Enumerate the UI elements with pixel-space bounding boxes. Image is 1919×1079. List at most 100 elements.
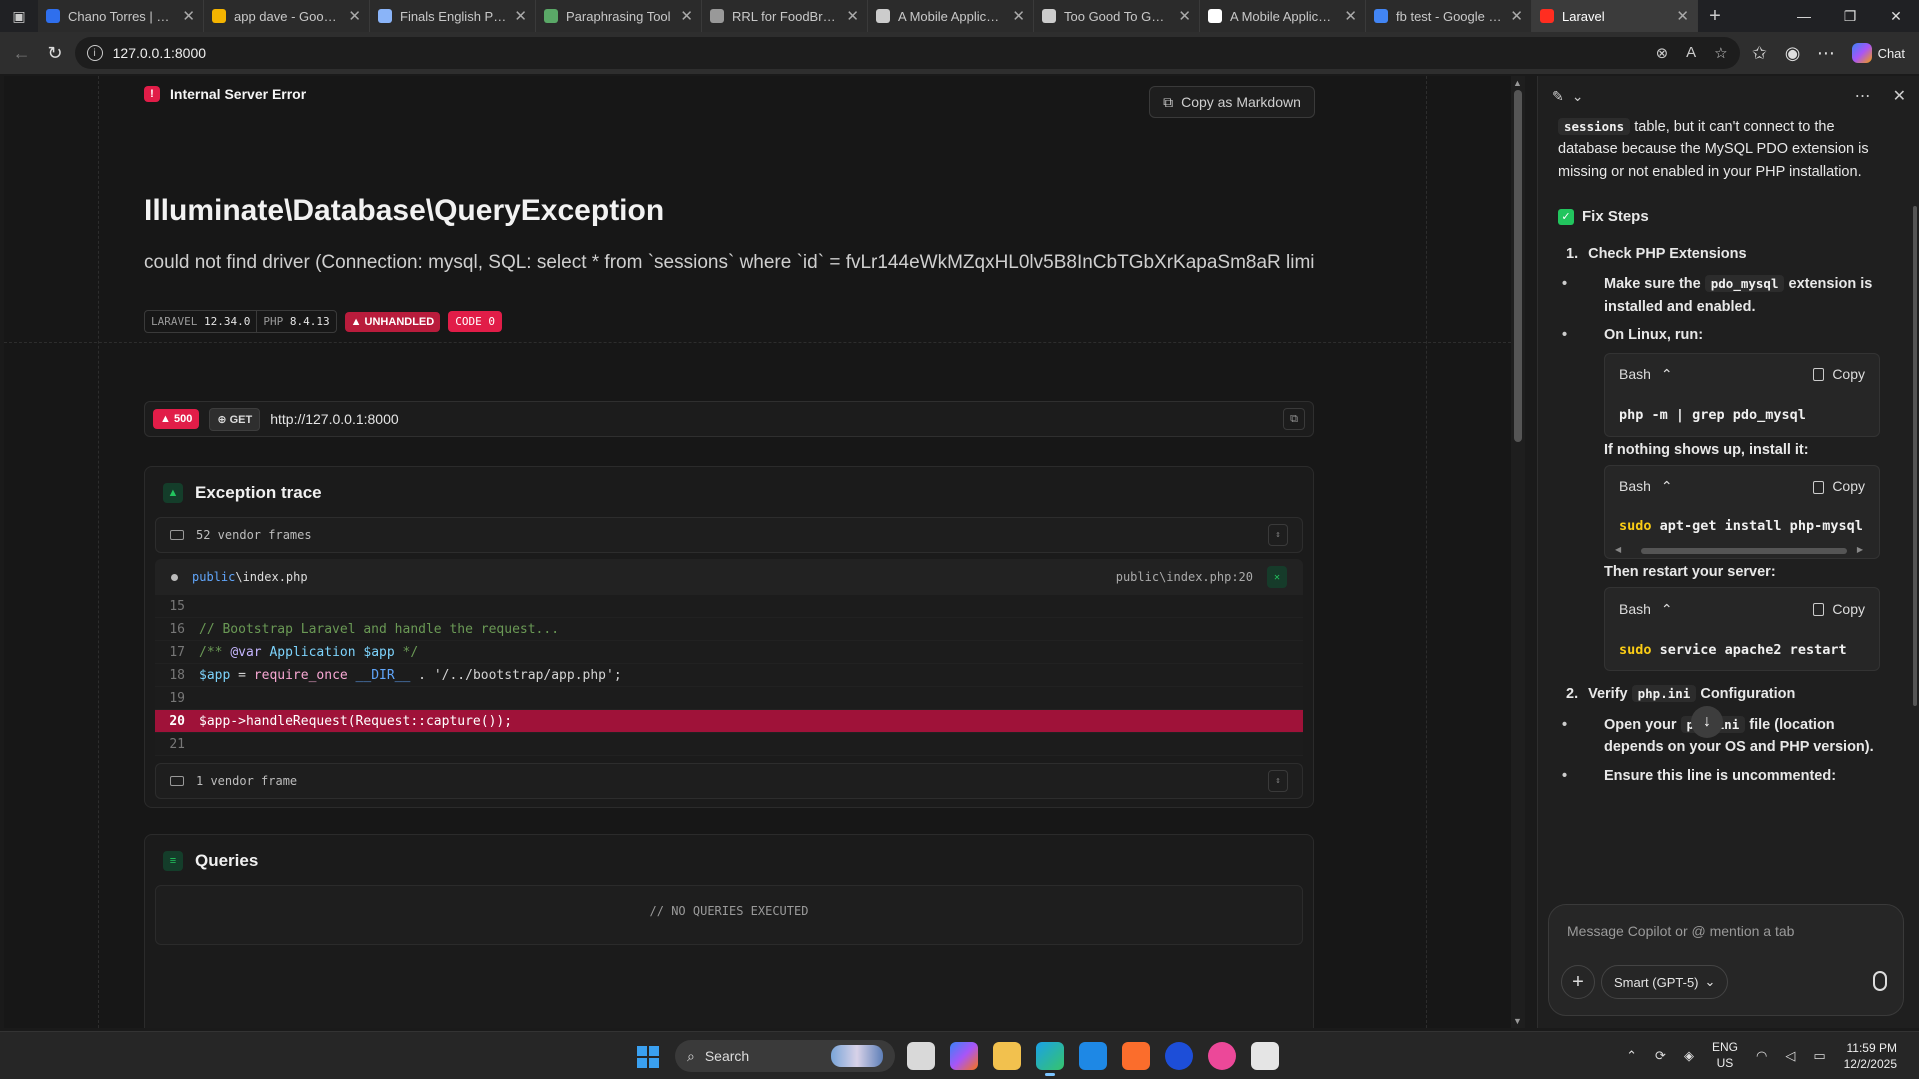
tab-close-icon[interactable]: ✕ [1178, 7, 1191, 25]
step-2-bullet: Ensure this line is uncommented: [1558, 765, 1888, 788]
tab-close-icon[interactable]: ✕ [182, 7, 195, 25]
close-window-icon[interactable]: ✕ [1873, 0, 1919, 32]
frame-dot [171, 573, 178, 581]
add-attachment-button[interactable]: + [1561, 965, 1595, 999]
laravel-version: LARAVEL 12.34.0 [145, 311, 258, 332]
browser-tab[interactable]: Finals English Profi ✕ [370, 0, 536, 32]
browser-tab[interactable]: RRL for FoodBridge ✕ [702, 0, 868, 32]
browser-tab[interactable]: Too Good To Go la ✕ [1034, 0, 1200, 32]
close-panel-icon[interactable]: ✕ [1893, 86, 1906, 106]
tab-close-icon[interactable]: ✕ [514, 7, 527, 25]
start-button[interactable] [637, 1046, 659, 1068]
site-info-icon[interactable]: i [86, 45, 103, 61]
edge-icon[interactable] [1036, 1042, 1064, 1076]
language-indicator[interactable]: ENG US [1712, 1040, 1738, 1071]
trace-title: ▲ Exception trace [163, 483, 322, 503]
browser-tab[interactable]: Laravel ✕ [1532, 0, 1698, 32]
new-tab-button[interactable]: + [1698, 0, 1732, 32]
code-snippet: 15 16 // Bootstrap Laravel and handle the … [155, 595, 1303, 756]
browser-tab[interactable]: Chano Torres | Mess ✕ [38, 0, 204, 32]
tab-close-icon[interactable]: ✕ [1344, 7, 1357, 25]
new-chat-icon[interactable]: ✎ [1552, 88, 1564, 105]
chevron-down-icon[interactable]: ⌄ [1572, 88, 1584, 105]
page-scrollbar[interactable]: ▲ ▼ [1511, 76, 1525, 1028]
message-input[interactable]: Message Copilot or @ mention a tab [1567, 923, 1794, 939]
calendar-app-icon[interactable] [1251, 1042, 1279, 1070]
tab-actions-icon[interactable]: ▣ [0, 0, 38, 32]
microphone-icon[interactable] [1873, 971, 1887, 991]
read-aloud-icon[interactable]: A [1686, 44, 1696, 62]
refresh-button[interactable]: ↻ [41, 37, 68, 69]
wifi-icon[interactable]: ◠ [1756, 1048, 1767, 1064]
back-button[interactable]: ← [8, 37, 35, 69]
address-field[interactable]: i 127.0.0.1:8000 ⊗ A ☆ [74, 37, 1740, 69]
battery-icon[interactable]: ▭ [1813, 1048, 1825, 1064]
profile-avatar[interactable]: ◉ [1779, 37, 1806, 69]
copy-markdown-button[interactable]: ⧉ Copy as Markdown [1149, 86, 1315, 118]
tab-close-icon[interactable]: ✕ [348, 7, 361, 25]
chevron-up-icon[interactable]: ⌃ [1661, 599, 1673, 621]
vendor-frames-row[interactable]: 1 vendor frame ⇕ [155, 763, 1303, 799]
browser-tab[interactable]: A Mobile Applicatio ✕ [868, 0, 1034, 32]
horizontal-scrollbar[interactable]: ◀ ▶ [1605, 544, 1879, 558]
more-options-icon[interactable]: ⋯ [1855, 86, 1871, 106]
model-selector[interactable]: Smart (GPT-5) ⌄ [1601, 965, 1729, 999]
copy-code-button[interactable]: Copy [1813, 599, 1865, 621]
minimize-icon[interactable]: — [1781, 0, 1827, 32]
scroll-thumb[interactable] [1514, 90, 1522, 442]
security-icon[interactable]: ◈ [1684, 1048, 1694, 1064]
volume-icon[interactable]: ◁ [1785, 1048, 1795, 1064]
favorite-star-icon[interactable]: ☆ [1714, 44, 1727, 62]
browser-tab[interactable]: fb test - Google Do ✕ [1366, 0, 1532, 32]
scroll-down-arrow[interactable]: ▼ [1513, 1016, 1522, 1026]
chevron-up-icon[interactable]: ⌃ [1661, 364, 1673, 386]
task-view-icon[interactable] [907, 1042, 935, 1070]
code-line: 21 [155, 733, 1303, 756]
code-line: 16 // Bootstrap Laravel and handle the re… [155, 618, 1303, 641]
vendor-frames-row[interactable]: 52 vendor frames ⇕ [155, 517, 1303, 553]
exception-message: could not find driver (Connection: mysql… [144, 252, 1314, 273]
tab-label: A Mobile Applicatio [1230, 8, 1337, 24]
tab-favicon-icon [544, 9, 558, 23]
expand-icon[interactable]: ⇕ [1268, 770, 1288, 792]
restore-icon[interactable]: ❐ [1827, 0, 1873, 32]
file-explorer-icon[interactable] [993, 1042, 1021, 1070]
tab-close-icon[interactable]: ✕ [1676, 7, 1689, 25]
collapse-icon[interactable]: ✕ [1267, 566, 1287, 588]
expand-icon[interactable]: ⇕ [1268, 524, 1288, 546]
more-menu-icon[interactable]: ⋯ [1812, 37, 1839, 69]
translate-icon[interactable]: ⊗ [1656, 44, 1669, 62]
address-bar-row: ← ↻ i 127.0.0.1:8000 ⊗ A ☆ ✩ ◉ ⋯ Chat [0, 32, 1919, 74]
taskbar-search[interactable]: ⌕ Search [675, 1040, 895, 1072]
copilot-app-icon[interactable] [950, 1042, 978, 1070]
sync-icon[interactable]: ⟳ [1655, 1048, 1666, 1064]
xampp-icon[interactable] [1122, 1042, 1150, 1070]
copilot-scrollbar[interactable] [1913, 206, 1917, 706]
copy-url-icon[interactable]: ⧉ [1283, 408, 1305, 430]
vscode-icon[interactable] [1079, 1042, 1107, 1070]
browser-tab[interactable]: Paraphrasing Tool ✕ [536, 0, 702, 32]
message-composer[interactable]: Message Copilot or @ mention a tab + Sma… [1548, 904, 1904, 1016]
scroll-up-arrow[interactable]: ▲ [1513, 78, 1522, 88]
chevron-up-icon[interactable]: ⌃ [1661, 476, 1673, 498]
tab-close-icon[interactable]: ✕ [680, 7, 693, 25]
line-number: 19 [169, 690, 185, 706]
scroll-to-bottom-button[interactable]: ↓ [1691, 706, 1723, 738]
browser-tab[interactable]: app dave - Google ✕ [204, 0, 370, 32]
code-line: 17 /** @var Application $app */ [155, 641, 1303, 664]
code-line: 15 [155, 595, 1303, 618]
step-2-bullet: Open your php.ini file (location depends… [1558, 714, 1888, 759]
chat-button[interactable]: Chat [1846, 43, 1911, 63]
clock[interactable]: 11:59 PM 12/2/2025 [1844, 1040, 1897, 1072]
copy-code-button[interactable]: Copy [1813, 476, 1865, 498]
app-store-icon[interactable] [1165, 1042, 1193, 1070]
browser-tab[interactable]: A Mobile Applicatio ✕ [1200, 0, 1366, 32]
frame-header[interactable]: public\index.php public\index.php:20 ✕ [155, 559, 1303, 595]
copy-code-button[interactable]: Copy [1813, 364, 1865, 386]
favorites-icon[interactable]: ✩ [1746, 37, 1773, 69]
osu-icon[interactable] [1208, 1042, 1236, 1070]
tab-close-icon[interactable]: ✕ [1012, 7, 1025, 25]
tab-close-icon[interactable]: ✕ [846, 7, 859, 25]
tab-close-icon[interactable]: ✕ [1510, 7, 1523, 25]
chevron-up-icon[interactable]: ⌃ [1626, 1048, 1637, 1064]
